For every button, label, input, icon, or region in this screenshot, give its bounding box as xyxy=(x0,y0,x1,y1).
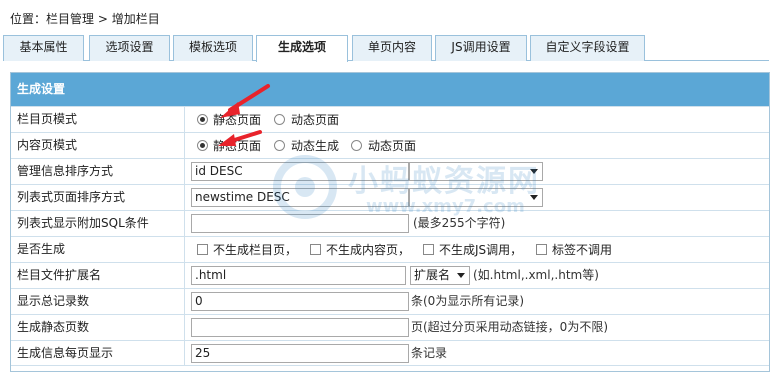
checkbox-label: 不生成内容页， xyxy=(326,243,411,257)
row-value: .html 扩展名 (如.html,.xml,.htm等) xyxy=(191,263,766,288)
row-value: 页(超过分页采用动态链接，0为不限) xyxy=(191,315,766,340)
radio-label: 动态页面 xyxy=(368,139,417,153)
chevron-down-icon xyxy=(457,273,465,278)
column-divider xyxy=(184,107,185,132)
file-extension-input[interactable]: .html xyxy=(191,266,406,285)
row-content-page-mode: 内容页模式 静态页面 动态生成 动态页面 xyxy=(11,132,769,158)
row-label: 管理信息排序方式 xyxy=(17,164,114,178)
radio-label: 动态页面 xyxy=(291,113,340,127)
list-sql-hint: (最多255个字符) xyxy=(413,216,506,230)
column-divider xyxy=(184,159,185,184)
manage-order-input[interactable]: id DESC xyxy=(191,162,409,181)
tab-generate-options[interactable]: 生成选项 xyxy=(256,35,348,62)
checkbox-label: 不生成栏目页， xyxy=(213,243,298,257)
tab-bar: 基本属性 选项设置 模板选项 生成选项 单页内容 JS调用设置 自定义字段设置 xyxy=(3,35,769,62)
radio-label: 静态页面 xyxy=(213,139,262,153)
breadcrumb: 位置：栏目管理 > 增加栏目 xyxy=(10,11,160,27)
row-label: 列表式显示附加SQL条件 xyxy=(17,216,149,230)
checkbox-no-list-page[interactable] xyxy=(197,244,208,255)
column-divider xyxy=(184,341,185,366)
settings-panel: 生成设置 栏目页模式 静态页面 动态页面 内容页模式 静态页面 动态生成 动态页… xyxy=(10,72,770,372)
row-manage-order: 管理信息排序方式 id DESC xyxy=(11,158,769,184)
radio-label: 静态页面 xyxy=(213,113,262,127)
list-order-input[interactable]: newstime DESC xyxy=(191,188,409,207)
column-divider xyxy=(184,133,185,158)
row-label: 生成静态页数 xyxy=(17,320,90,334)
chevron-down-icon xyxy=(530,195,538,200)
breadcrumb-link-section[interactable]: 栏目管理 xyxy=(46,12,94,26)
radio-label: 动态生成 xyxy=(291,139,340,153)
row-label: 是否生成 xyxy=(17,242,66,256)
row-value: 不生成栏目页， 不生成内容页， 不生成JS调用， 标签不调用 xyxy=(191,237,766,262)
row-label: 生成信息每页显示 xyxy=(17,346,114,360)
row-value: 25 条记录 xyxy=(191,341,766,366)
static-page-count-hint: 页(超过分页采用动态链接，0为不限) xyxy=(411,320,608,334)
row-value: newstime DESC xyxy=(191,185,766,210)
breadcrumb-current: 增加栏目 xyxy=(111,12,160,26)
total-records-hint: 条(0为显示所有记录) xyxy=(411,294,524,308)
radio-list-dynamic[interactable] xyxy=(274,114,285,125)
radio-list-static[interactable] xyxy=(197,114,208,125)
row-generate: 是否生成 不生成栏目页， 不生成内容页， 不生成JS调用， 标签不调用 xyxy=(11,236,769,262)
column-divider xyxy=(184,237,185,262)
list-order-select[interactable] xyxy=(409,188,543,207)
checkbox-label: 不生成JS调用， xyxy=(439,243,523,257)
tab-template-options[interactable]: 模板选项 xyxy=(173,35,253,61)
row-value: 静态页面 动态页面 xyxy=(191,107,766,132)
static-page-count-input[interactable] xyxy=(191,318,409,337)
row-value: 静态页面 动态生成 动态页面 xyxy=(191,133,766,158)
column-divider xyxy=(184,263,185,288)
column-divider xyxy=(184,211,185,236)
tab-single-page-content[interactable]: 单页内容 xyxy=(352,35,432,61)
tab-js-call-settings[interactable]: JS调用设置 xyxy=(435,35,527,61)
checkbox-no-js-call[interactable] xyxy=(423,244,434,255)
row-list-page-mode: 栏目页模式 静态页面 动态页面 xyxy=(11,106,769,132)
breadcrumb-prefix: 位置： xyxy=(10,12,47,26)
row-label: 内容页模式 xyxy=(17,138,78,152)
row-label: 显示总记录数 xyxy=(17,294,90,308)
total-records-input[interactable]: 0 xyxy=(191,292,409,311)
file-extension-hint: (如.html,.xml,.htm等) xyxy=(473,268,599,282)
row-value: 0 条(0为显示所有记录) xyxy=(191,289,766,314)
file-extension-select[interactable]: 扩展名 xyxy=(410,266,470,285)
checkbox-no-content-page[interactable] xyxy=(310,244,321,255)
row-file-extension: 栏目文件扩展名 .html 扩展名 (如.html,.xml,.htm等) xyxy=(11,262,769,288)
chevron-down-icon xyxy=(530,169,538,174)
breadcrumb-separator: > xyxy=(94,12,112,26)
radio-content-dynamic-generate[interactable] xyxy=(274,140,285,151)
manage-order-select[interactable] xyxy=(409,162,543,181)
row-total-records: 显示总记录数 0 条(0为显示所有记录) xyxy=(11,288,769,314)
column-divider xyxy=(184,289,185,314)
row-value: (最多255个字符) xyxy=(191,211,766,236)
tab-option-settings[interactable]: 选项设置 xyxy=(89,35,170,61)
per-page-hint: 条记录 xyxy=(411,346,448,360)
column-divider xyxy=(184,315,185,340)
checkbox-tag-no-call[interactable] xyxy=(536,244,547,255)
row-value: id DESC xyxy=(191,159,766,184)
radio-content-dynamic[interactable] xyxy=(351,140,362,151)
row-list-order: 列表式页面排序方式 newstime DESC xyxy=(11,184,769,210)
panel-title: 生成设置 xyxy=(11,73,769,106)
list-sql-input[interactable] xyxy=(191,214,409,233)
checkbox-label: 标签不调用 xyxy=(552,243,613,257)
row-label: 栏目页模式 xyxy=(17,112,78,126)
select-value: 扩展名 xyxy=(414,268,451,282)
per-page-input[interactable]: 25 xyxy=(191,344,409,363)
row-label: 栏目文件扩展名 xyxy=(17,268,102,282)
row-list-sql-condition: 列表式显示附加SQL条件 (最多255个字符) xyxy=(11,210,769,236)
radio-content-static[interactable] xyxy=(197,140,208,151)
row-static-page-count: 生成静态页数 页(超过分页采用动态链接，0为不限) xyxy=(11,314,769,340)
row-per-page: 生成信息每页显示 25 条记录 xyxy=(11,340,769,366)
column-divider xyxy=(184,185,185,210)
row-label: 列表式页面排序方式 xyxy=(17,190,126,204)
tab-basic-properties[interactable]: 基本属性 xyxy=(3,35,84,61)
tab-custom-field-settings[interactable]: 自定义字段设置 xyxy=(530,35,645,61)
